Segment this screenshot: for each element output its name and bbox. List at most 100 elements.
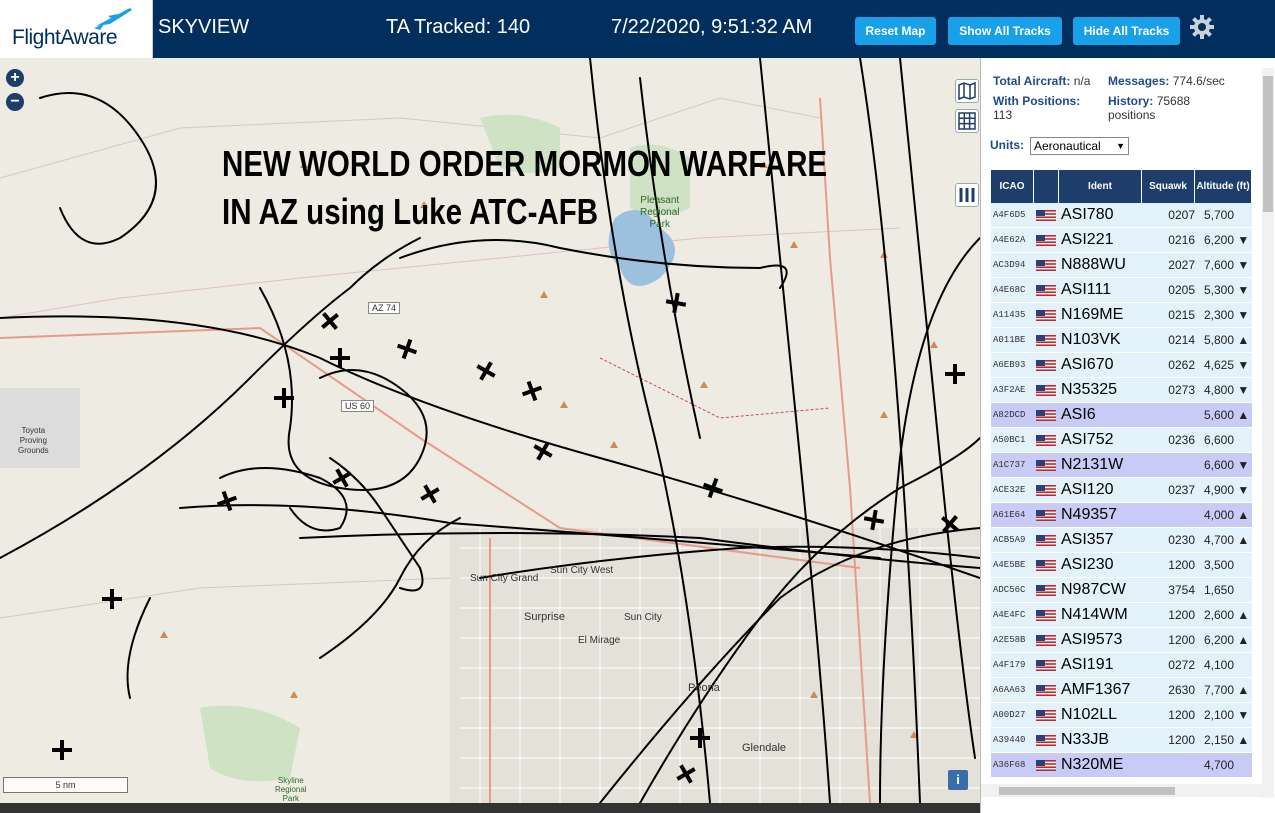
altitude-value: 7,700 (1204, 683, 1235, 697)
map-label-glendale: Glendale (742, 742, 787, 754)
overlay-title-line1: NEW WORLD ORDER MORMON WARFARE (222, 143, 828, 184)
altitude-trend: ▲ (1237, 683, 1250, 697)
us-flag-icon (1036, 485, 1056, 496)
gear-icon[interactable] (1189, 14, 1215, 40)
table-row[interactable]: A61E64 N49357 4,000 ▲ (991, 503, 1252, 528)
icao-cell: A61E64 (993, 510, 1026, 520)
table-row[interactable]: A4F6D5 ASI780 0207 5,700 (991, 203, 1252, 228)
col-altitude[interactable]: Altitude (ft) (1195, 170, 1252, 203)
ident-cell: N49357 (1061, 506, 1118, 523)
col-squawk[interactable]: Squawk (1142, 170, 1195, 203)
squawk-cell (1143, 753, 1195, 777)
units-select[interactable]: Aeronautical ▼ (1030, 137, 1129, 155)
history-value: 75688 (1156, 94, 1191, 108)
altitude-value: 4,625 (1204, 358, 1235, 372)
columns-toggle-button[interactable] (955, 183, 979, 207)
altitude-value: 2,600 (1204, 608, 1235, 622)
altitude-cell: 7,600 ▼ (1204, 253, 1249, 277)
table-header: ICAO Ident Squawk Altitude (ft) (991, 170, 1252, 203)
us-flag-icon (1036, 535, 1056, 546)
icao-cell: A50BC1 (993, 435, 1026, 445)
map-label-sun-city-grand: Sun City Grand (470, 573, 539, 584)
table-row[interactable]: A4E4FC N414WM 1200 2,600 ▲ (991, 603, 1252, 628)
table-row[interactable]: A4E5BE ASI230 1200 3,500 (991, 553, 1252, 578)
map-canvas[interactable]: Toyota Proving Grounds AZ 74 US 60 Pleas… (0, 58, 980, 803)
altitude-cell: 2,600 ▲ (1204, 603, 1249, 627)
squawk-cell (1143, 453, 1195, 477)
altitude-trend: ▲ (1237, 733, 1250, 747)
table-row[interactable]: ACB5A9 ASI357 0230 4,700 ▲ (991, 528, 1252, 553)
table-row[interactable]: A39440 N33JB 1200 2,150 ▲ (991, 728, 1252, 753)
us-flag-icon (1036, 760, 1056, 771)
table-row[interactable]: A3F2AE N35325 0273 4,800 ▼ (991, 378, 1252, 403)
positions-value: 113 (993, 108, 1013, 122)
squawk-cell: 1200 (1168, 733, 1195, 747)
table-row[interactable]: A4F179 ASI191 0272 4,100 (991, 653, 1252, 678)
squawk-cell: 1200 (1168, 633, 1195, 647)
table-row[interactable]: ACE32E ASI120 0237 4,900 ▼ (991, 478, 1252, 503)
altitude-trend: ▼ (1237, 308, 1250, 322)
zoom-out-button[interactable]: − (6, 93, 24, 111)
table-row[interactable]: A50BC1 ASI752 0236 6,600 (991, 428, 1252, 453)
flightaware-logo[interactable]: FlightAware (0, 0, 153, 58)
table-row[interactable]: A4E68C ASI111 0205 5,300 ▼ (991, 278, 1252, 303)
ident-cell: ASI111 (1061, 281, 1112, 298)
us-flag-icon (1036, 435, 1056, 446)
altitude-value: 5,300 (1204, 283, 1235, 297)
hide-all-tracks-button[interactable]: Hide All Tracks (1073, 17, 1180, 45)
table-row[interactable]: A11435 N169ME 0215 2,300 ▼ (991, 303, 1252, 328)
col-ident[interactable]: Ident (1059, 170, 1142, 203)
table-row[interactable]: A6AA63 AMF1367 2630 7,700 ▲ (991, 678, 1252, 703)
horizontal-scroll-thumb[interactable] (999, 787, 1175, 795)
info-button[interactable]: i (948, 770, 968, 790)
squawk-cell: 3754 (1168, 583, 1195, 597)
icao-cell: A2E58B (993, 635, 1026, 645)
ident-cell: ASI120 (1061, 481, 1114, 498)
map-layers-button[interactable] (955, 79, 979, 103)
scale-bar: 5 nm (3, 777, 128, 793)
squawk-cell: 1200 (1168, 608, 1195, 622)
squawk-cell: 0215 (1168, 308, 1195, 322)
table-row[interactable]: A82DCD ASI6 5,600 ▲ (991, 403, 1252, 428)
col-flag[interactable] (1034, 170, 1059, 203)
table-row[interactable]: AC3D94 N888WU 2027 7,600 ▼ (991, 253, 1252, 278)
icao-cell: A4E5BE (993, 560, 1026, 570)
squawk-cell: 0272 (1168, 658, 1195, 672)
table-row[interactable]: A4E62A ASI221 0216 6,200 ▼ (991, 228, 1252, 253)
altitude-trend: ▼ (1237, 283, 1250, 297)
us-flag-icon (1036, 285, 1056, 296)
us-flag-icon (1036, 235, 1056, 246)
icao-cell: A00D27 (993, 710, 1026, 720)
zoom-in-button[interactable]: + (6, 69, 24, 87)
table-row[interactable]: A011BE N103VK 0214 5,800 ▲ (991, 328, 1252, 353)
icao-cell: ACB5A9 (993, 535, 1026, 545)
altitude-trend: ▼ (1237, 458, 1250, 472)
table-row[interactable]: A2E58B ASI9573 1200 6,200 ▲ (991, 628, 1252, 653)
bottom-strip (0, 803, 980, 813)
show-all-tracks-button[interactable]: Show All Tracks (948, 17, 1062, 45)
altitude-value: 7,600 (1204, 258, 1235, 272)
vertical-scroll-thumb[interactable] (1263, 76, 1273, 212)
ident-cell: N169ME (1061, 306, 1124, 323)
aircraft-table: ICAO Ident Squawk Altitude (ft) A4F6D5 AS… (991, 170, 1252, 778)
table-row[interactable]: ADC56C N987CW 3754 1,650 (991, 578, 1252, 603)
altitude-cell: 1,650 (1204, 578, 1234, 602)
col-icao[interactable]: ICAO (991, 170, 1034, 203)
map-label-sun-city-west: Sun City West (550, 565, 614, 576)
us-flag-icon (1036, 310, 1056, 321)
icao-cell: A39440 (993, 735, 1026, 745)
reset-map-button[interactable]: Reset Map (855, 17, 936, 45)
logo-text: FlightAware (12, 26, 118, 49)
map-icon (958, 81, 976, 101)
table-row[interactable]: A6EB93 ASI670 0262 4,625 ▼ (991, 353, 1252, 378)
altitude-value: 5,600 (1204, 408, 1235, 422)
us-flag-icon (1036, 660, 1056, 671)
ident-cell: ASI230 (1061, 556, 1114, 573)
squawk-cell: 1200 (1168, 558, 1195, 572)
table-row[interactable]: A00D27 N102LL 1200 2,100 ▼ (991, 703, 1252, 728)
table-row[interactable]: A1C737 N2131W 6,600 ▼ (991, 453, 1252, 478)
altitude-value: 4,700 (1204, 533, 1235, 547)
table-row[interactable]: A36F68 N320ME 4,700 (991, 753, 1252, 778)
map-label-sun-city: Sun City (624, 612, 662, 623)
grid-toggle-button[interactable] (955, 109, 979, 133)
